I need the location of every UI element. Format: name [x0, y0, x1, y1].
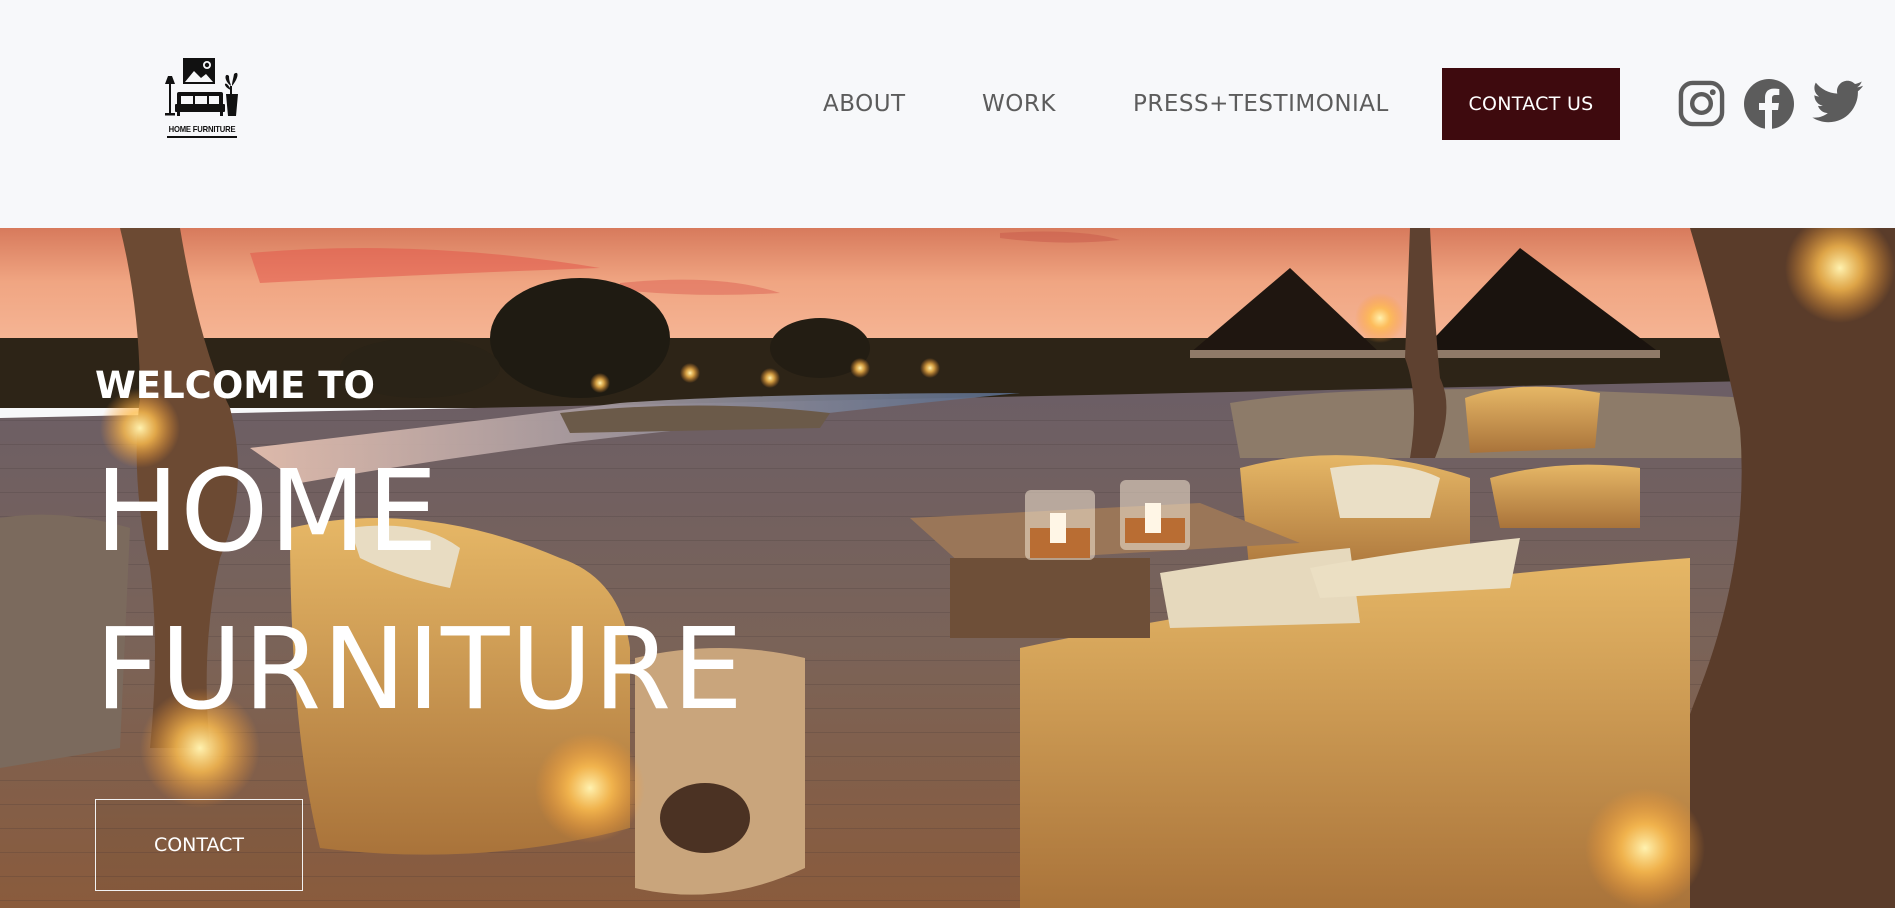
logo-underline	[167, 136, 237, 138]
nav-press-testimonial-link[interactable]: PRESS+TESTIMONIAL	[1133, 89, 1389, 119]
hero-contact-button[interactable]: CONTACT	[95, 799, 303, 891]
logo-text: HOME FURNITURE	[168, 124, 236, 134]
site-header: HOME FURNITURE ABOUT WORK PRESS+TESTIMON…	[0, 0, 1895, 228]
contact-us-button[interactable]: CONTACT US	[1442, 68, 1620, 140]
nav-work-link[interactable]: WORK	[982, 89, 1056, 119]
home-furniture-logo-icon	[165, 58, 238, 116]
nav-about-link[interactable]: ABOUT	[823, 89, 906, 119]
brand-logo[interactable]: HOME FURNITURE	[163, 56, 241, 142]
hero-title-line-2: FURNITURE	[95, 605, 745, 735]
instagram-icon[interactable]	[1678, 80, 1725, 127]
hero-title-line-1: HOME	[95, 447, 439, 577]
facebook-icon[interactable]	[1743, 78, 1795, 130]
hero-section: WELCOME TO HOME FURNITURE CONTACT	[0, 228, 1895, 908]
hero-title: HOME FURNITURE	[95, 433, 744, 749]
hero-welcome-text: WELCOME TO	[95, 364, 375, 407]
twitter-icon[interactable]	[1812, 80, 1864, 125]
